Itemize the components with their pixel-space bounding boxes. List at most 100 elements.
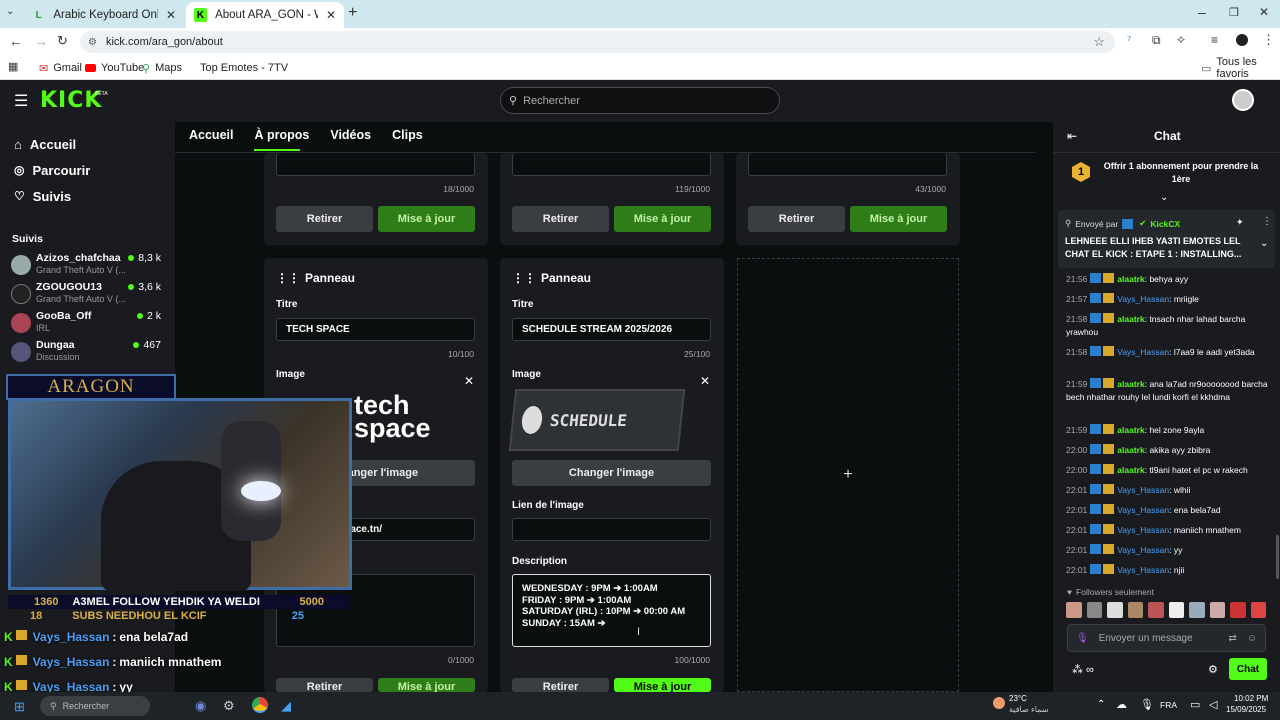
emote-icon[interactable] — [1209, 602, 1225, 618]
change-image-button[interactable]: Changer l'image — [512, 460, 711, 486]
drag-handle-icon[interactable]: ⋮⋮ — [276, 271, 300, 285]
points-icon[interactable]: ⁂ ∞ — [1072, 663, 1094, 676]
update-button[interactable]: Mise à jour — [614, 678, 711, 692]
apps-grid-icon[interactable]: ▦ — [8, 60, 18, 73]
bookmark-youtube[interactable]: YouTube — [85, 60, 144, 76]
message-user[interactable]: alaatrk — [1117, 465, 1144, 475]
more-options-icon[interactable]: ⋮ — [1262, 216, 1272, 227]
followed-channel[interactable]: Azizos_chafchaa Grand Theft Auto V (... … — [11, 252, 161, 278]
bookmark-gmail[interactable]: ✉ Gmail — [39, 60, 82, 76]
update-button[interactable]: Mise à jour — [378, 678, 475, 692]
description-textarea[interactable]: WEDNESDAY : 9PM ➔ 1:00AM FRIDAY : 9PM ➔ … — [512, 574, 711, 647]
unpin-icon[interactable]: ✦ — [1236, 217, 1244, 228]
followed-channel[interactable]: GooBa_Off IRL 2 k — [11, 310, 161, 336]
message-user[interactable]: Vays_Hassan — [1117, 565, 1169, 575]
close-window-icon[interactable]: ✕ — [1259, 5, 1269, 19]
browser-menu-icon[interactable]: ⋮ — [1262, 32, 1275, 48]
followed-channel[interactable]: ZGOUGOU13 Grand Theft Auto V (... 3,6 k — [11, 281, 161, 307]
kick-logo[interactable]: KICK — [40, 88, 102, 113]
extension-icon[interactable]: ⧉ — [1152, 33, 1161, 48]
browser-tab-kick[interactable]: K About ARA_GON - Watch Live o ✕ — [186, 2, 344, 28]
close-tab-icon[interactable]: ✕ — [326, 8, 336, 22]
expand-pinned-icon[interactable]: ⌄ — [1260, 238, 1268, 249]
back-icon[interactable]: ← — [9, 33, 23, 49]
message-user[interactable]: Vays_Hassan — [1117, 294, 1169, 304]
volume-icon[interactable]: ◁ — [1209, 698, 1217, 711]
remove-button[interactable]: Retirer — [748, 206, 845, 232]
description-field[interactable] — [748, 153, 947, 176]
chat-scrollbar[interactable] — [1276, 535, 1279, 579]
message-user[interactable]: Vays_Hassan — [1117, 525, 1169, 535]
image-link-input[interactable] — [512, 518, 711, 541]
tab-clips[interactable]: Clips — [392, 128, 423, 142]
message-user[interactable]: Vays_Hassan — [1117, 485, 1169, 495]
message-user[interactable]: Vays_Hassan — [1117, 505, 1169, 515]
clock-time[interactable]: 10:02 PM — [1234, 694, 1268, 703]
network-icon[interactable]: ▭ — [1190, 698, 1200, 711]
media-control-icon[interactable]: ≡ — [1211, 33, 1218, 47]
remove-button[interactable]: Retirer — [276, 678, 373, 692]
tab-search-chevron-icon[interactable]: ⌄ — [6, 6, 14, 17]
followed-channel[interactable]: Dungaa Discussion 467 — [11, 339, 161, 365]
chrome-app-icon[interactable] — [252, 697, 268, 713]
description-field[interactable] — [276, 153, 475, 176]
message-user[interactable]: Vays_Hassan — [1117, 545, 1169, 555]
drag-handle-icon[interactable]: ⋮⋮ — [512, 271, 536, 285]
message-user[interactable]: alaatrk — [1117, 425, 1144, 435]
emoji-icon[interactable]: ☺ — [1247, 633, 1257, 644]
minimize-icon[interactable]: – — [1198, 4, 1206, 20]
title-input[interactable]: TECH SPACE — [276, 318, 475, 341]
hamburger-menu-icon[interactable]: ☰ — [14, 91, 28, 111]
microphone-icon[interactable]: 🎙 — [1076, 633, 1089, 644]
clock-date[interactable]: 15/09/2025 — [1226, 705, 1266, 714]
add-panel-button[interactable]: + — [737, 258, 959, 692]
emote-icon[interactable] — [1086, 602, 1102, 618]
site-info-icon[interactable]: ⚙ — [88, 37, 97, 48]
remove-image-icon[interactable]: ✕ — [700, 374, 710, 388]
search-input[interactable]: ⚲ Rechercher — [500, 87, 780, 114]
emote-icon[interactable] — [1148, 602, 1164, 618]
discord-app-icon[interactable]: ◉ — [195, 698, 206, 714]
update-button[interactable]: Mise à jour — [378, 206, 475, 232]
reload-icon[interactable]: ↻ — [57, 33, 68, 49]
bookmark-star-icon[interactable]: ☆ — [1093, 34, 1105, 50]
chat-settings-icon[interactable]: ⚙ — [1208, 663, 1218, 676]
collapse-chat-icon[interactable]: ⇤ — [1067, 129, 1077, 143]
steam-app-icon[interactable]: ⚙ — [223, 698, 235, 714]
gift-sub-promo[interactable]: Offrir 1 abonnement pour prendre la 1ère — [1103, 160, 1259, 186]
profile-icon[interactable] — [1236, 34, 1248, 46]
translate-icon[interactable]: ⇄ — [1228, 633, 1236, 644]
start-windows-icon[interactable]: ⊞ — [14, 699, 25, 715]
remove-button[interactable]: Retirer — [512, 206, 609, 232]
remove-button[interactable]: Retirer — [512, 678, 609, 692]
send-chat-button[interactable]: Chat — [1229, 658, 1267, 680]
bookmark-maps[interactable]: ⚲ Maps — [142, 60, 182, 76]
tab-videos[interactable]: Vidéos — [330, 128, 371, 142]
message-user[interactable]: alaatrk — [1117, 379, 1144, 389]
emote-icon[interactable] — [1168, 602, 1184, 618]
nav-home[interactable]: ⌂ Accueil — [14, 134, 76, 154]
remove-button[interactable]: Retirer — [276, 206, 373, 232]
title-input[interactable]: SCHEDULE STREAM 2025/2026 — [512, 318, 711, 341]
all-bookmarks[interactable]: ▭ Tous les favoris — [1201, 56, 1280, 80]
remove-image-icon[interactable]: ✕ — [464, 374, 474, 388]
close-tab-icon[interactable]: ✕ — [166, 8, 176, 22]
tab-about[interactable]: À propos — [254, 128, 309, 151]
nav-browse[interactable]: ◎ Parcourir — [14, 160, 90, 180]
emote-icon[interactable] — [1127, 602, 1143, 618]
browser-tab-lexilo[interactable]: L Arabic Keyboard Online • Lexilo ✕ — [24, 2, 184, 28]
maximize-icon[interactable]: ❐ — [1229, 6, 1239, 19]
message-user[interactable]: alaatrk — [1117, 274, 1144, 284]
bookmark-7tv[interactable]: Top Emotes - 7TV — [200, 60, 288, 76]
emote-icon[interactable] — [1230, 602, 1246, 618]
url-field[interactable]: ⚙ kick.com/ara_gon/about ☆ — [80, 31, 1115, 53]
message-user[interactable]: Vays_Hassan — [1117, 347, 1169, 357]
input-language[interactable]: FRA — [1160, 700, 1177, 710]
emote-icon[interactable] — [1107, 602, 1123, 618]
emote-icon[interactable] — [1066, 602, 1082, 618]
taskbar-search[interactable]: ⚲ Rechercher — [40, 696, 150, 716]
emote-icon[interactable] — [1250, 602, 1266, 618]
chat-input[interactable]: 🎙 Envoyer un message ⇄ ☺ — [1067, 624, 1266, 652]
forward-icon[interactable]: → — [34, 33, 48, 49]
message-user[interactable]: alaatrk — [1117, 445, 1144, 455]
